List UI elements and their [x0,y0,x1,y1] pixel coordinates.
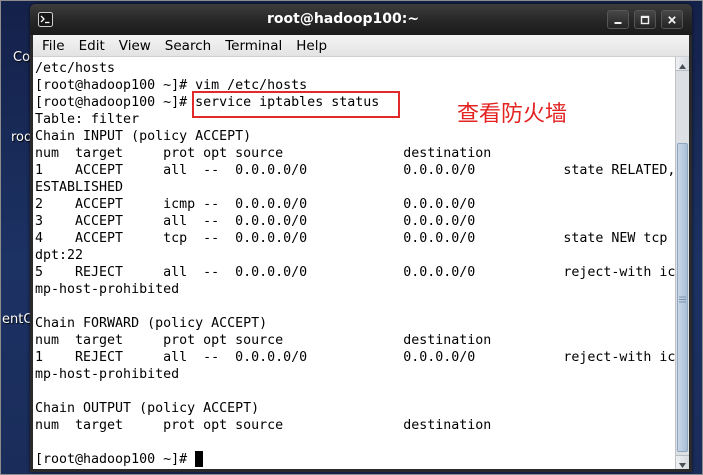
desktop-icon-label[interactable]: roo [11,130,32,146]
title-bar[interactable]: root@hadoop100:~ [30,4,692,35]
desktop-icon-label[interactable]: Co [13,50,30,66]
menu-bar: File Edit View Search Terminal Help [33,35,689,57]
annotation-box [192,91,400,118]
minimize-button[interactable] [607,10,629,29]
window-title: root@hadoop100:~ [267,11,420,27]
terminal-output: /etc/hosts [root@hadoop100 ~]# vim /etc/… [35,60,675,468]
output-line: 5 REJECT all -- 0.0.0.0/0 0.0.0.0/0 reje… [35,265,676,280]
desktop-icon-label[interactable]: entO [2,312,34,328]
output-line: 1 REJECT all -- 0.0.0.0/0 0.0.0.0/0 reje… [35,350,676,365]
prompt: [root@hadoop100 ~]# [35,95,196,110]
output-line: Chain FORWARD (policy ACCEPT) [35,316,268,331]
prompt-line[interactable]: [root@hadoop100 ~]# [35,451,675,468]
annotation-text: 查看防火墙 [457,102,568,127]
scroll-up-button[interactable] [676,57,689,71]
output-line: 3 ACCEPT all -- 0.0.0.0/0 0.0.0.0/0 [35,214,476,229]
menu-edit[interactable]: Edit [72,36,112,56]
menu-search[interactable]: Search [158,36,218,56]
output-line: ESTABLISHED [35,180,124,195]
menu-terminal[interactable]: Terminal [218,36,289,56]
output-line: dpt:22 [35,248,84,263]
output-line: 1 ACCEPT all -- 0.0.0.0/0 0.0.0.0/0 stat… [35,163,676,178]
scroll-thumb[interactable] [677,143,688,452]
menu-view[interactable]: View [112,36,158,56]
output-line: Chain OUTPUT (policy ACCEPT) [35,401,260,416]
grip-icon [679,288,686,307]
history-line: /etc/hosts [35,61,116,76]
maximize-icon [640,10,650,29]
output-line: 4 ACCEPT tcp -- 0.0.0.0/0 0.0.0.0/0 stat… [35,231,668,246]
terminal-window: root@hadoop100:~ File Edit View Search T… [30,4,692,472]
output-line: num target prot opt source destination [35,333,492,348]
arrow-up-icon [679,57,686,73]
arrow-down-icon [679,453,686,469]
output-line: mp-host-prohibited [35,282,180,297]
maximize-button[interactable] [634,10,656,29]
output-line: mp-host-prohibited [35,367,180,382]
output-line: num target prot opt source destination [35,418,492,433]
menu-file[interactable]: File [35,36,72,56]
close-button[interactable] [661,10,683,29]
menu-help[interactable]: Help [289,36,334,56]
minimize-icon [613,10,623,29]
prompt: [root@hadoop100 ~]# [35,452,196,467]
vertical-scrollbar[interactable] [675,57,689,469]
output-line: Chain INPUT (policy ACCEPT) [35,129,252,144]
scroll-down-button[interactable] [676,455,689,469]
terminal-screen[interactable]: /etc/hosts [root@hadoop100 ~]# vim /etc/… [33,57,689,469]
output-line: 2 ACCEPT icmp -- 0.0.0.0/0 0.0.0.0/0 [35,197,476,212]
close-icon [667,10,677,29]
terminal-icon[interactable] [38,12,53,27]
output-line: num target prot opt source destination [35,146,492,161]
text-cursor [195,451,204,467]
